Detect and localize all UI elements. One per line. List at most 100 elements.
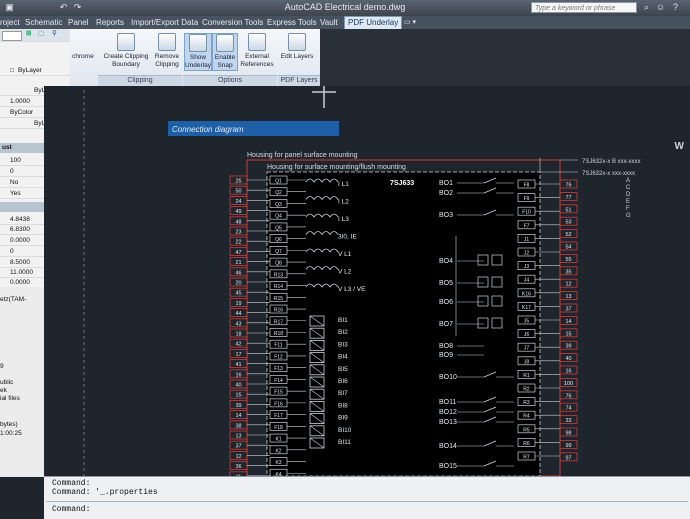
terminal-label: R6 — [523, 441, 530, 447]
command-history-line: Command: '_.properties — [52, 488, 158, 497]
tab-express-tools[interactable]: Express Tools — [267, 17, 317, 29]
terminal-label: F14 — [274, 378, 283, 384]
terminal-label: Q7 — [275, 249, 282, 255]
remove-clipping-button[interactable]: Remove Clipping — [152, 33, 182, 69]
selection-dropdown[interactable] — [2, 31, 22, 41]
property-row[interactable]: □ ByLayer — [0, 66, 70, 76]
title-bar: ▣ ↶ ↷ AutoCAD Electrical demo.dwg Type a… — [0, 0, 690, 17]
tab-pdf-underlay[interactable]: PDF Underlay — [344, 16, 403, 30]
terminal-label: F8 — [524, 183, 530, 189]
terminal-label: 12 — [235, 454, 241, 460]
list-item: 1:00:25 — [0, 430, 22, 437]
corner-letter: W — [675, 141, 685, 152]
search-input[interactable]: Type a keyword or phrase — [531, 2, 637, 13]
terminal-label: 39 — [235, 403, 241, 409]
binary-output-label: BO3 — [439, 212, 453, 219]
tab-panel[interactable]: Panel — [68, 17, 88, 29]
terminal-label: 15 — [565, 331, 571, 337]
drawing-canvas[interactable]: Connection diagram W Housing for panel s… — [44, 86, 690, 476]
help-icon[interactable]: ? — [670, 2, 681, 13]
terminal-label: 54 — [565, 245, 571, 251]
terminal-label: F18 — [274, 425, 283, 431]
ribbon-options-icon[interactable]: ▭ ▾ — [404, 17, 416, 29]
ribbon-partial-label[interactable]: chrome — [70, 53, 96, 61]
tab-vault[interactable]: Vault — [320, 17, 338, 29]
select-objects-icon[interactable]: ⬚ — [38, 29, 44, 38]
ribbon-empty-area — [320, 29, 690, 86]
terminal-label: 77 — [565, 195, 571, 201]
connector-letter: C — [626, 185, 631, 191]
list-item[interactable]: etz(TAM- — [0, 296, 26, 303]
clipping-panel-title: Clipping — [98, 75, 182, 86]
tab-conversion-tools[interactable]: Conversion Tools — [202, 17, 263, 29]
toggle-pickadd-icon[interactable]: ⊞ — [26, 29, 31, 38]
terminal-label: 14 — [565, 319, 571, 325]
terminal-label: 20 — [235, 281, 241, 287]
terminal-label: K3 — [275, 460, 281, 466]
quick-select-icon[interactable]: ⚲ — [52, 29, 57, 38]
input-label: V L3 / VE — [338, 286, 366, 293]
terminal-label: R18 — [274, 331, 283, 337]
terminal-label: 25 — [235, 179, 241, 185]
terminal-label: K16 — [522, 291, 531, 297]
binary-output-label: BO14 — [439, 443, 457, 450]
pdf-underlay-drawing: Connection diagram W Housing for panel s… — [83, 86, 685, 476]
terminal-label: 18 — [235, 332, 241, 338]
binary-output-label: BO4 — [439, 258, 453, 265]
external-references-button[interactable]: External References — [238, 33, 276, 69]
terminal-label: 49 — [235, 209, 241, 215]
terminal-label: 43 — [235, 321, 241, 327]
terminal-label: J6 — [524, 332, 530, 338]
terminal-label: 23 — [235, 230, 241, 236]
terminal-label: 13 — [565, 294, 571, 300]
create-clipping-boundary-button[interactable]: Create Clipping Boundary — [100, 33, 152, 69]
connector-letters: ACDEFG — [626, 178, 631, 219]
input-label: BI8 — [338, 402, 348, 409]
connector-letter: E — [626, 199, 630, 205]
list-item: ublic — [0, 379, 14, 386]
terminal-label: 99 — [565, 443, 571, 449]
project-manager-panel: etz(TAM- 9 ublic ek ial files bytes) 1:0… — [0, 287, 45, 477]
terminal-label: R2 — [523, 387, 530, 393]
terminal-label: 13 — [235, 434, 241, 440]
device-label: 7SJ633 — [390, 180, 414, 187]
terminal-label: 97 — [565, 455, 571, 461]
model-reference-2: 7SJ632x-x xxx-xxxx — [582, 171, 635, 177]
search-icon[interactable]: ⌕ — [641, 2, 652, 13]
show-underlay-button[interactable]: Show Underlay — [184, 33, 212, 71]
terminal-label: F9 — [524, 196, 530, 202]
terminal-label: Q4 — [275, 214, 282, 220]
binary-output-label: BO9 — [439, 352, 453, 359]
terminal-label: 15 — [235, 393, 241, 399]
input-label: I L3 — [338, 216, 349, 223]
tab-reports[interactable]: Reports — [96, 17, 124, 29]
account-icon[interactable]: ☺ — [655, 2, 666, 13]
tab-import-export-data[interactable]: Import/Export Data — [131, 17, 198, 29]
input-label: BI3 — [338, 341, 348, 348]
ribbon-tabs: roject Schematic Panel Reports Import/Ex… — [0, 16, 690, 30]
binary-output-label: BO12 — [439, 409, 457, 416]
terminal-label: F16 — [274, 401, 283, 407]
terminal-label: F11 — [274, 343, 282, 349]
terminal-label: F7 — [524, 223, 530, 229]
terminal-label: K2 — [275, 448, 281, 454]
connection-diagram-heading: Connection diagram — [172, 125, 244, 134]
terminal-label: 14 — [235, 413, 241, 419]
terminal-label: J2 — [524, 251, 530, 257]
list-item: ek — [0, 387, 7, 394]
enable-snap-button[interactable]: Enable Snap — [212, 33, 238, 71]
terminal-label: 35 — [565, 269, 571, 275]
housing-flush-label: Housing for surface mounting/flush mount… — [267, 164, 406, 171]
list-item: bytes) — [0, 421, 18, 428]
tab-project[interactable]: roject — [0, 17, 20, 29]
terminal-label: 16 — [565, 369, 571, 375]
binary-output-label: BO8 — [439, 343, 453, 350]
connector-letter: G — [626, 213, 631, 219]
binary-output-label: BO15 — [439, 463, 457, 470]
terminal-label: 44 — [235, 311, 241, 317]
input-label: BI7 — [338, 390, 348, 397]
edit-layers-button[interactable]: Edit Layers — [280, 33, 314, 61]
terminal-label: 42 — [235, 342, 241, 348]
tab-schematic[interactable]: Schematic — [25, 17, 62, 29]
command-input[interactable]: Command: — [52, 505, 90, 514]
